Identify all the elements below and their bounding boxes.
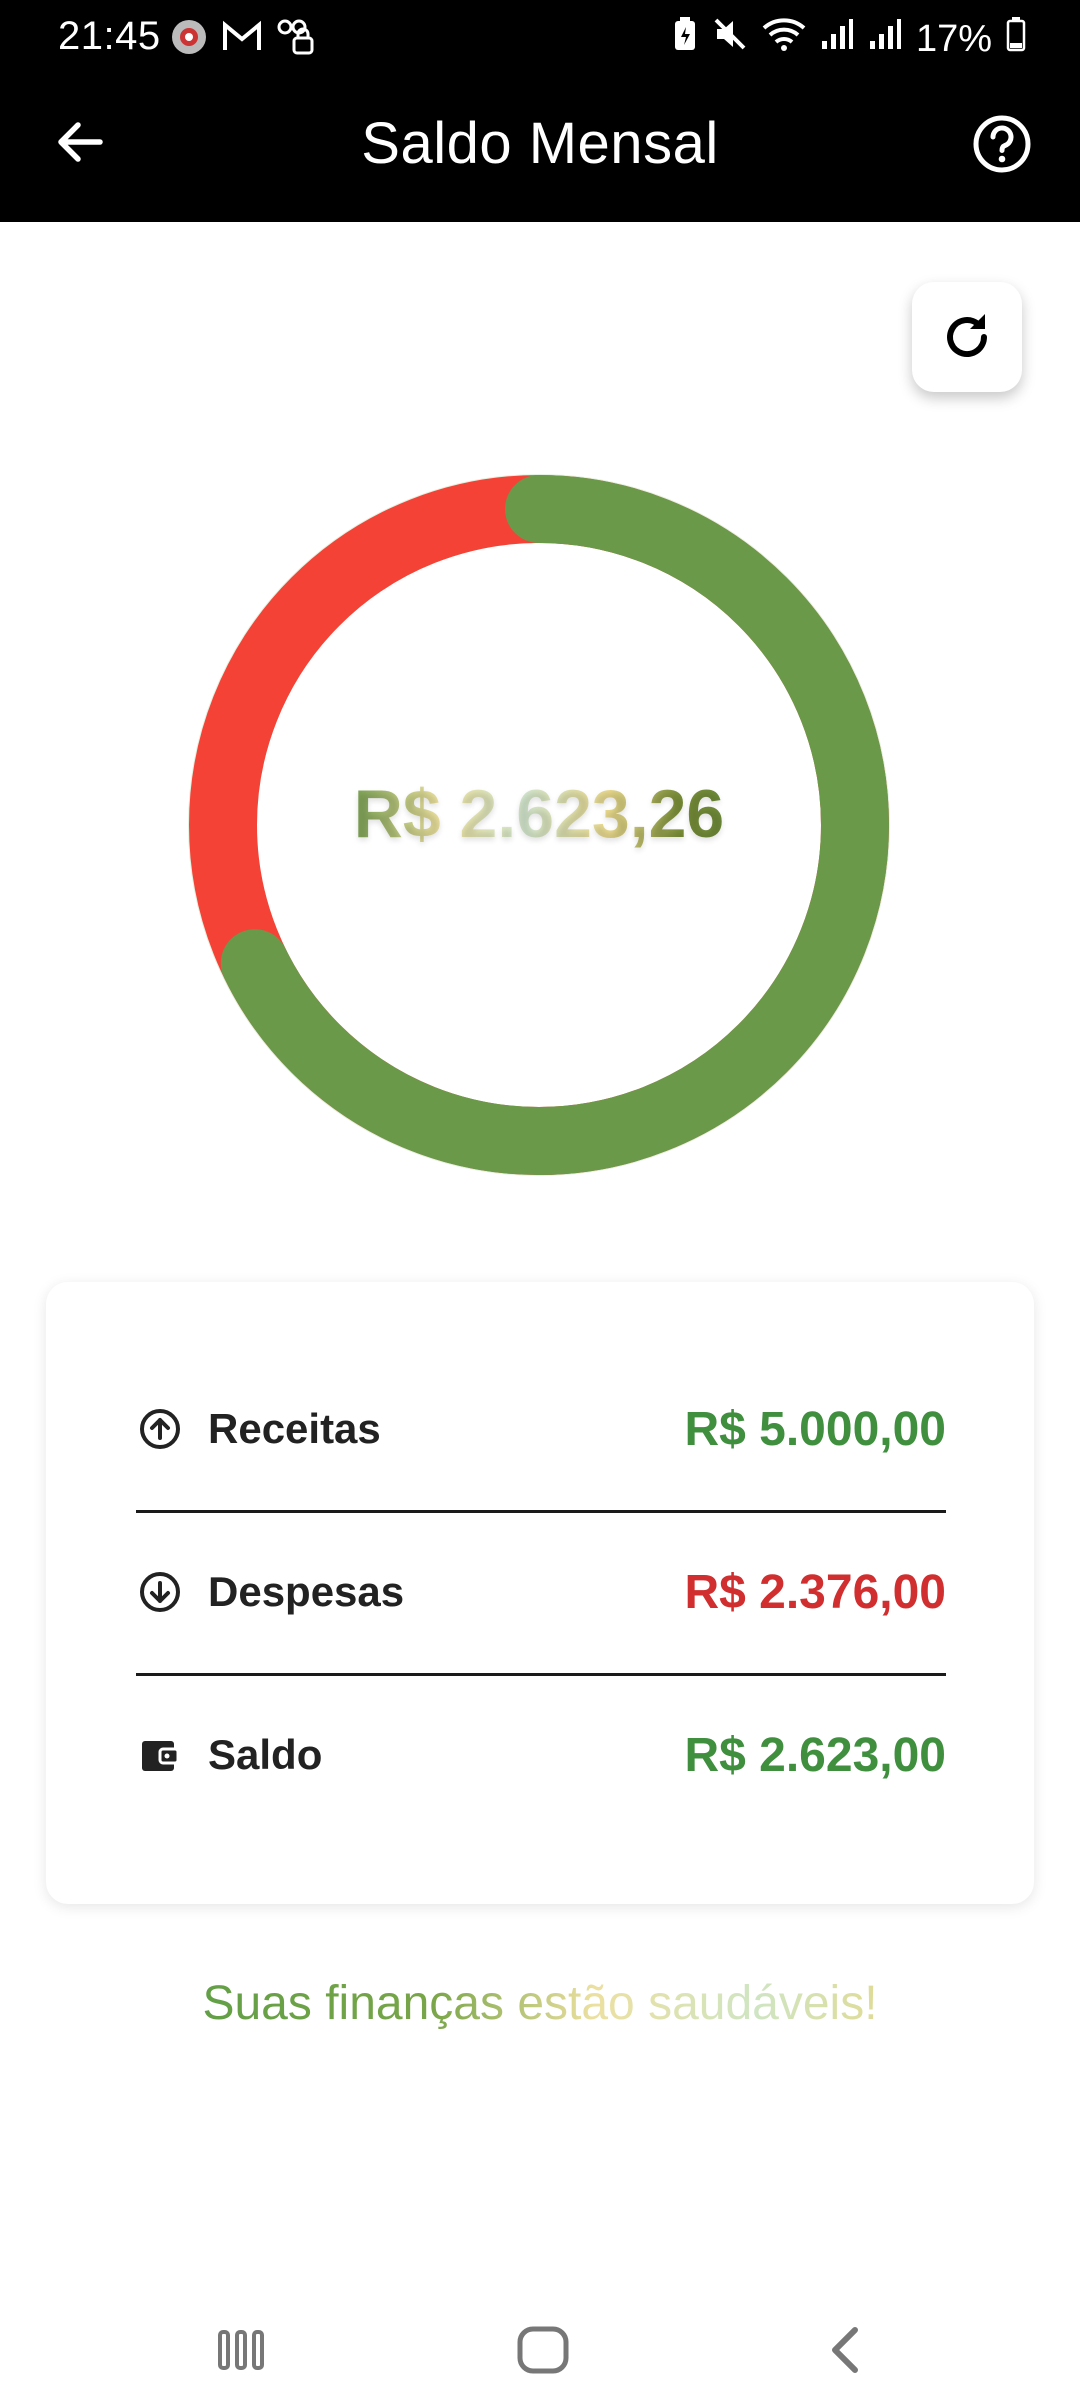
divider xyxy=(136,1673,946,1676)
mute-icon xyxy=(712,16,748,62)
summary-row-despesas: Despesas R$ 2.376,00 xyxy=(136,1547,946,1637)
status-bar: 21:45 17% xyxy=(0,0,1080,76)
summary-label: Saldo xyxy=(208,1731,323,1778)
summary-label: Despesas xyxy=(208,1568,405,1615)
home-button[interactable] xyxy=(498,2310,588,2390)
back-nav-button[interactable] xyxy=(800,2310,890,2390)
summary-row-receitas: Receitas R$ 5.000,00 xyxy=(136,1384,946,1474)
voicemail-icon xyxy=(276,18,316,61)
back-nav-icon xyxy=(832,2327,858,2373)
app-icon xyxy=(170,18,208,61)
divider xyxy=(136,1510,946,1513)
summary-label: Receitas xyxy=(208,1405,381,1452)
battery-saver-icon xyxy=(672,16,698,62)
status-right-icons: 17% xyxy=(672,16,1026,62)
summary-card: Receitas R$ 5.000,00 Despesas R$ 2.376,0… xyxy=(46,1282,1034,1904)
summary-value: R$ 2.623,00 xyxy=(684,1728,946,1782)
signal-icon xyxy=(868,17,902,61)
help-button[interactable] xyxy=(964,106,1040,182)
home-icon xyxy=(517,2326,569,2374)
summary-row-saldo: Saldo R$ 2.623,00 xyxy=(136,1710,946,1800)
summary-value: R$ 5.000,00 xyxy=(684,1402,946,1456)
wifi-icon xyxy=(762,16,806,62)
battery-icon xyxy=(1006,16,1026,62)
status-left-icons xyxy=(170,18,316,61)
recents-icon xyxy=(218,2330,264,2370)
gmail-icon xyxy=(222,20,262,59)
arrow-down-circle-icon xyxy=(136,1568,184,1616)
recents-button[interactable] xyxy=(196,2310,286,2390)
wallet-icon xyxy=(136,1731,184,1779)
help-circle-icon xyxy=(973,115,1031,173)
signal-icon xyxy=(820,17,854,61)
status-time: 21:45 xyxy=(58,14,161,58)
refresh-button[interactable] xyxy=(912,282,1022,392)
battery-percent: 17% xyxy=(915,17,992,60)
arrow-up-circle-icon xyxy=(136,1405,184,1453)
system-nav-bar xyxy=(0,2292,1080,2408)
finance-status-message: Suas finanças estão saudáveis! xyxy=(0,1976,1080,2031)
refresh-icon xyxy=(947,314,987,358)
summary-value: R$ 2.376,00 xyxy=(684,1565,946,1619)
app-bar: Saldo Mensal xyxy=(0,76,1080,222)
donut-center-value: R$ 2.623,26 xyxy=(186,775,892,853)
page-title: Saldo Mensal xyxy=(361,111,719,176)
